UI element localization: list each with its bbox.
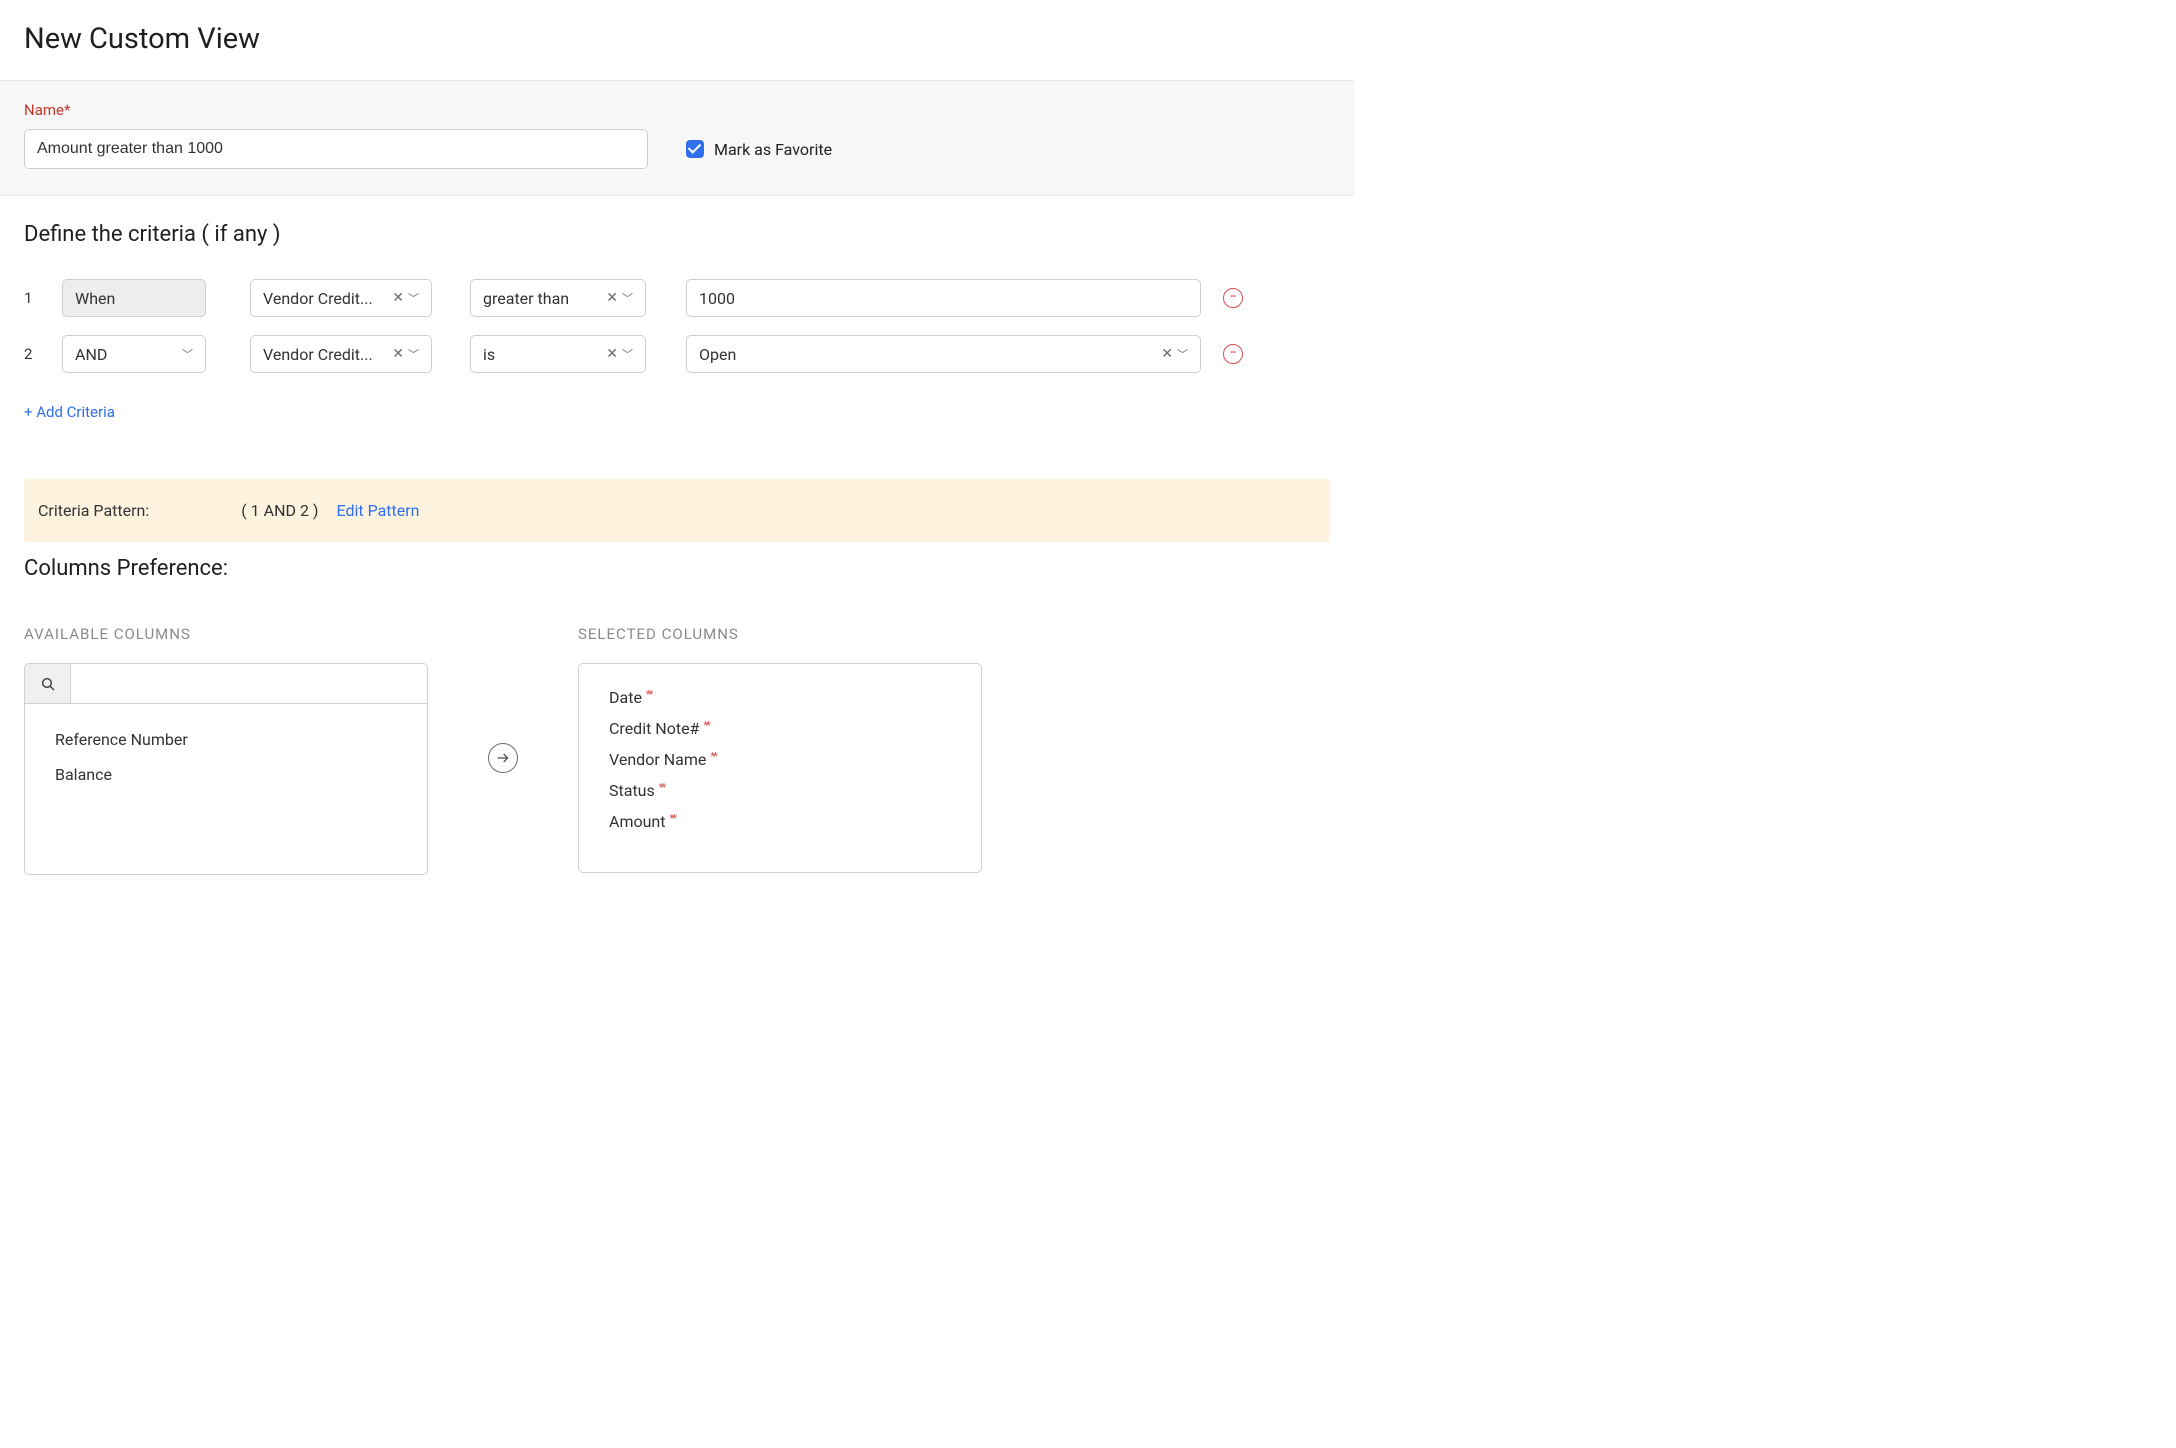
criteria-pattern-label: Criteria Pattern: [38,501,149,520]
criteria-index: 1 [24,289,50,307]
clear-icon[interactable]: ✕ [1161,347,1173,361]
clear-icon[interactable]: ✕ [392,291,404,305]
chevron-down-icon[interactable]: ﹀ [408,293,419,304]
criteria-conjunction-when: When [62,279,206,317]
name-field-label: Name* [24,101,1330,119]
criteria-value-input[interactable]: 1000 [686,279,1201,317]
criteria-index: 2 [24,345,50,363]
selected-column-item[interactable]: Status** [579,775,981,806]
selected-columns-box: Date**Credit Note#**Vendor Name**Status*… [578,663,982,873]
mark-favorite-checkbox[interactable] [686,140,704,158]
criteria-operator-select[interactable]: is ✕ ﹀ [470,335,646,373]
available-columns-box: Reference NumberBalance [24,663,428,875]
mark-favorite-label: Mark as Favorite [714,140,832,159]
available-columns-search[interactable] [71,664,427,703]
selected-column-item[interactable]: Date** [579,682,981,713]
move-right-button[interactable] [488,743,518,773]
selected-columns-label: SELECTED COLUMNS [578,625,982,643]
criteria-value-select[interactable]: Open ✕ ﹀ [686,335,1201,373]
selected-column-item[interactable]: Vendor Name** [579,744,981,775]
available-columns-label: AVAILABLE COLUMNS [24,625,428,643]
chevron-down-icon[interactable]: ﹀ [182,349,193,360]
required-indicator-icon: ** [646,689,651,700]
columns-heading: Columns Preference: [24,556,1330,581]
criteria-conjunction-select[interactable]: AND ﹀ [62,335,206,373]
chevron-down-icon[interactable]: ﹀ [408,349,419,360]
criteria-pattern-bar: Criteria Pattern: ( 1 AND 2 ) Edit Patte… [24,479,1330,542]
available-column-item[interactable]: Reference Number [25,722,427,757]
clear-icon[interactable]: ✕ [392,347,404,361]
add-criteria-link[interactable]: + Add Criteria [24,403,115,421]
criteria-operator-select[interactable]: greater than ✕ ﹀ [470,279,646,317]
required-indicator-icon: ** [669,813,674,824]
clear-icon[interactable]: ✕ [606,347,618,361]
page-title: New Custom View [24,22,1330,56]
selected-column-item[interactable]: Credit Note#** [579,713,981,744]
criteria-pattern-expression: ( 1 AND 2 ) [241,501,318,520]
chevron-down-icon[interactable]: ﹀ [622,349,633,360]
criteria-field-select[interactable]: Vendor Credit... ✕ ﹀ [250,279,432,317]
chevron-down-icon[interactable]: ﹀ [622,293,633,304]
chevron-down-icon[interactable]: ﹀ [1177,349,1188,360]
clear-icon[interactable]: ✕ [606,291,618,305]
name-input[interactable] [24,129,648,169]
available-column-item[interactable]: Balance [25,757,427,792]
selected-column-item[interactable]: Amount** [579,806,981,837]
criteria-row: 2 AND ﹀ Vendor Credit... ✕ ﹀ is ✕ ﹀ [24,335,1330,373]
criteria-row: 1 When Vendor Credit... ✕ ﹀ greater than… [24,279,1330,317]
edit-pattern-link[interactable]: Edit Pattern [337,501,420,520]
required-indicator-icon: ** [659,782,664,793]
remove-criteria-button[interactable]: − [1223,288,1243,308]
required-indicator-icon: ** [710,751,715,762]
required-indicator-icon: ** [703,720,708,731]
criteria-field-select[interactable]: Vendor Credit... ✕ ﹀ [250,335,432,373]
search-icon [25,664,71,703]
criteria-heading: Define the criteria ( if any ) [24,222,1330,247]
remove-criteria-button[interactable]: − [1223,344,1243,364]
